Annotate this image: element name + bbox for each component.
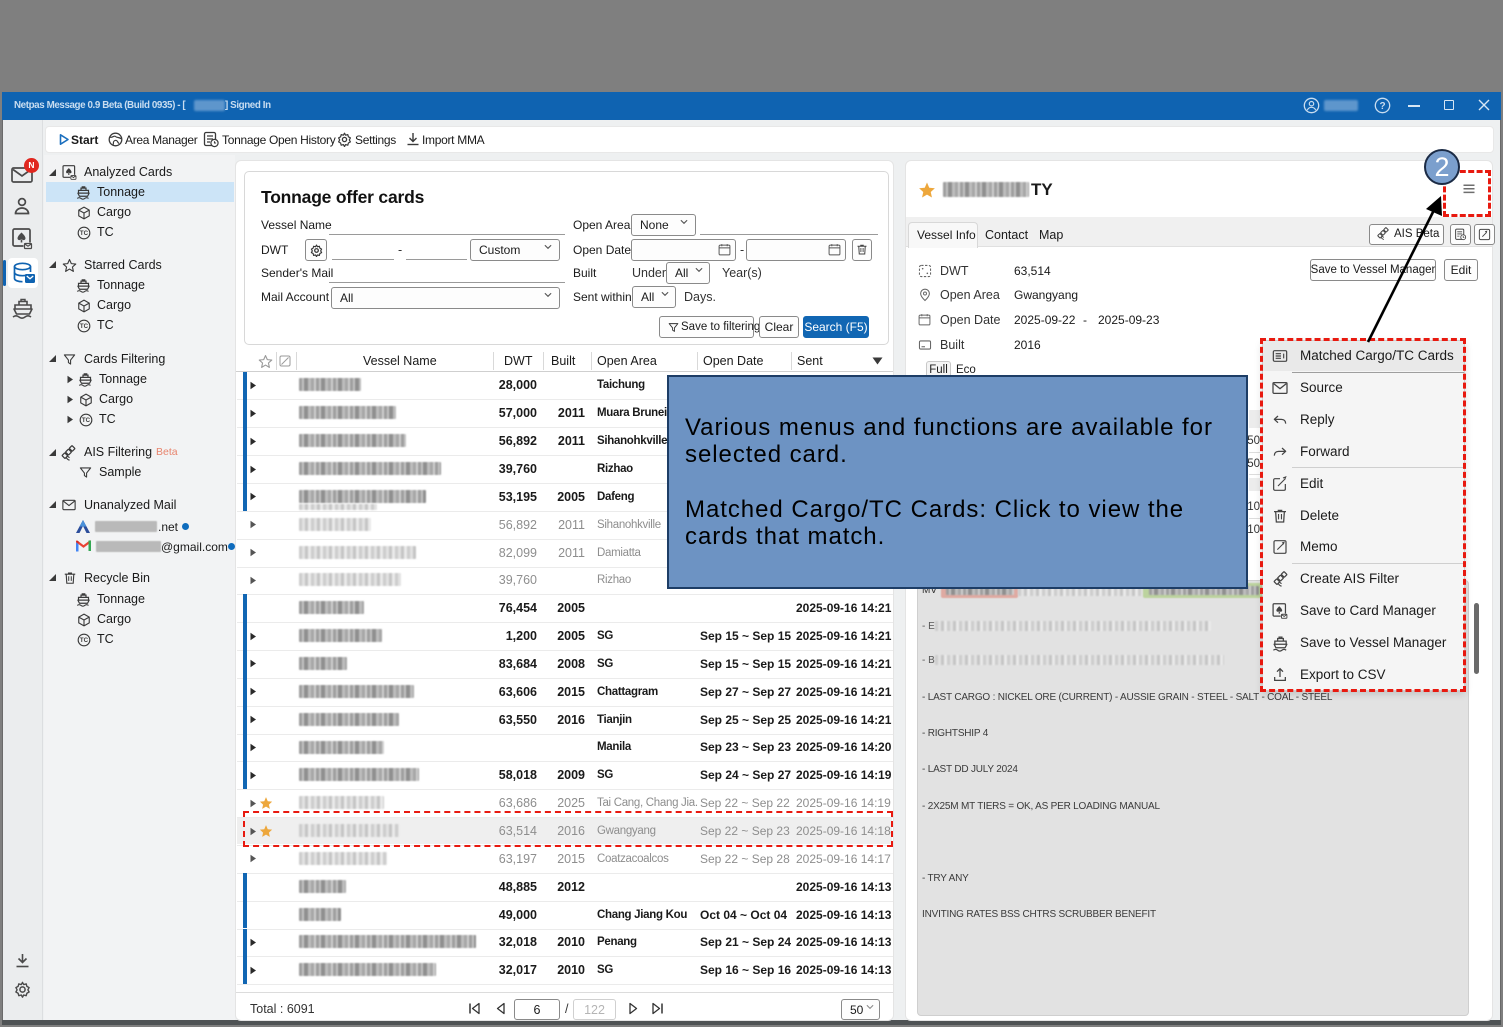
svg-text:TC: TC [80,637,89,644]
svg-text:TC: TC [80,323,89,330]
svg-text:?: ? [1379,101,1385,112]
svg-text:TC: TC [80,230,89,237]
svg-text:TC: TC [82,417,91,424]
